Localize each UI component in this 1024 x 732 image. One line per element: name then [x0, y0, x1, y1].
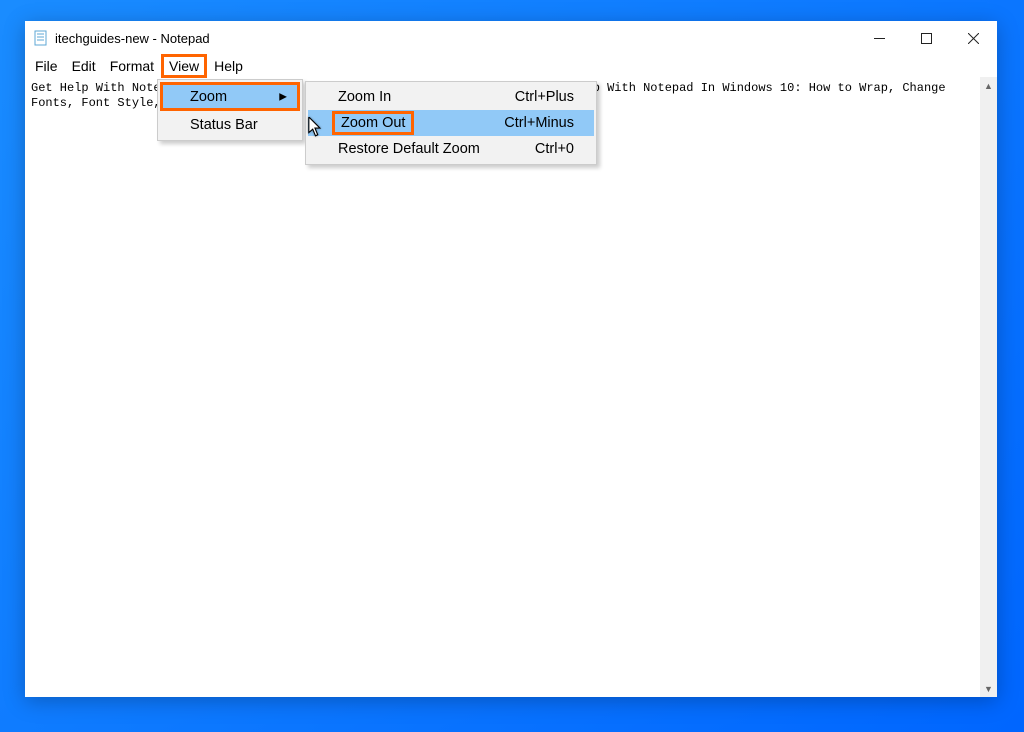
zoom-restore-shortcut: Ctrl+0	[535, 141, 578, 157]
zoom-out-label: Zoom Out	[332, 111, 414, 135]
menu-view[interactable]: View	[161, 54, 207, 78]
zoom-restore-item[interactable]: Restore Default Zoom Ctrl+0	[308, 136, 594, 162]
view-zoom-label: Zoom	[190, 89, 227, 105]
window-controls	[856, 21, 997, 55]
view-statusbar-item[interactable]: Status Bar	[160, 111, 300, 138]
view-statusbar-label: Status Bar	[190, 117, 258, 133]
text-area[interactable]: Get Help With Notep et Help With Notepad…	[25, 77, 997, 697]
zoom-restore-label: Restore Default Zoom	[338, 141, 480, 157]
menubar: File Edit Format View Help	[25, 55, 997, 77]
zoom-in-label: Zoom In	[338, 89, 391, 105]
view-dropdown: Zoom ▶ Status Bar	[157, 79, 303, 141]
menu-help[interactable]: Help	[207, 55, 250, 77]
scroll-down-icon[interactable]: ▼	[980, 680, 997, 697]
titlebar[interactable]: itechguides-new - Notepad	[25, 21, 997, 55]
zoom-out-shortcut: Ctrl+Minus	[504, 115, 578, 131]
zoom-in-item[interactable]: Zoom In Ctrl+Plus	[308, 84, 594, 110]
scroll-up-icon[interactable]: ▲	[980, 77, 997, 94]
notepad-icon	[33, 30, 49, 46]
window-title: itechguides-new - Notepad	[55, 31, 210, 46]
minimize-button[interactable]	[856, 21, 903, 55]
close-button[interactable]	[950, 21, 997, 55]
vertical-scrollbar[interactable]: ▲ ▼	[980, 77, 997, 697]
zoom-out-item[interactable]: Zoom Out Ctrl+Minus	[308, 110, 594, 136]
view-zoom-item[interactable]: Zoom ▶	[160, 82, 300, 111]
zoom-in-shortcut: Ctrl+Plus	[515, 89, 578, 105]
doc-line-2: Fonts, Font Style,	[31, 96, 161, 110]
menu-file[interactable]: File	[28, 55, 65, 77]
menu-edit[interactable]: Edit	[65, 55, 103, 77]
maximize-button[interactable]	[903, 21, 950, 55]
chevron-right-icon: ▶	[279, 91, 287, 102]
menu-format[interactable]: Format	[103, 55, 161, 77]
zoom-dropdown: Zoom In Ctrl+Plus Zoom Out Ctrl+Minus Re…	[305, 81, 597, 165]
